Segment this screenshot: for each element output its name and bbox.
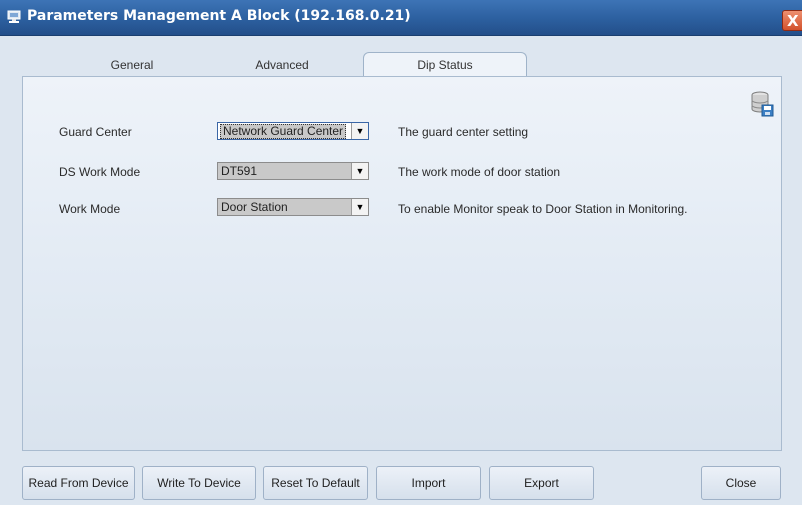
- work-mode-value: Door Station: [221, 200, 288, 214]
- tab-advanced[interactable]: Advanced: [227, 54, 337, 76]
- ds-work-mode-label: DS Work Mode: [59, 165, 141, 179]
- parameters-window: Parameters Management A Block (192.168.0…: [0, 0, 802, 505]
- export-button[interactable]: Export: [489, 466, 594, 500]
- close-button[interactable]: Close: [701, 466, 781, 500]
- write-to-device-button[interactable]: Write To Device: [142, 466, 256, 500]
- chevron-down-icon[interactable]: ▼: [351, 199, 368, 215]
- network-computer-icon: [6, 9, 22, 25]
- reset-to-default-button[interactable]: Reset To Default: [263, 466, 368, 500]
- tab-general[interactable]: General: [82, 54, 182, 76]
- guard-center-value: Network Guard Center: [220, 124, 347, 139]
- tab-strip: General Advanced Dip Status: [22, 52, 782, 77]
- import-button[interactable]: Import: [376, 466, 481, 500]
- chevron-down-icon[interactable]: ▼: [351, 123, 368, 139]
- work-mode-label: Work Mode: [59, 202, 121, 216]
- read-from-device-button[interactable]: Read From Device: [22, 466, 135, 500]
- chevron-down-icon[interactable]: ▼: [351, 163, 368, 179]
- dip-status-panel: Guard Center Network Guard Center ▼ The …: [22, 76, 782, 451]
- ds-work-mode-dropdown[interactable]: DT591 ▼: [217, 162, 369, 180]
- window-close-button[interactable]: X: [782, 10, 802, 31]
- guard-center-description: The guard center setting: [398, 125, 529, 139]
- work-mode-description: To enable Monitor speak to Door Station …: [398, 202, 688, 216]
- guard-center-label: Guard Center: [59, 125, 132, 139]
- save-to-database-icon[interactable]: [750, 90, 774, 118]
- ds-work-mode-description: The work mode of door station: [398, 165, 561, 179]
- work-mode-dropdown[interactable]: Door Station ▼: [217, 198, 369, 216]
- window-title: Parameters Management A Block (192.168.0…: [27, 8, 411, 24]
- button-bar: Read From Device Write To Device Reset T…: [0, 466, 802, 502]
- tab-dip-status[interactable]: Dip Status: [363, 52, 527, 77]
- ds-work-mode-value: DT591: [221, 164, 258, 178]
- title-bar[interactable]: Parameters Management A Block (192.168.0…: [0, 0, 802, 36]
- guard-center-dropdown[interactable]: Network Guard Center ▼: [217, 122, 369, 140]
